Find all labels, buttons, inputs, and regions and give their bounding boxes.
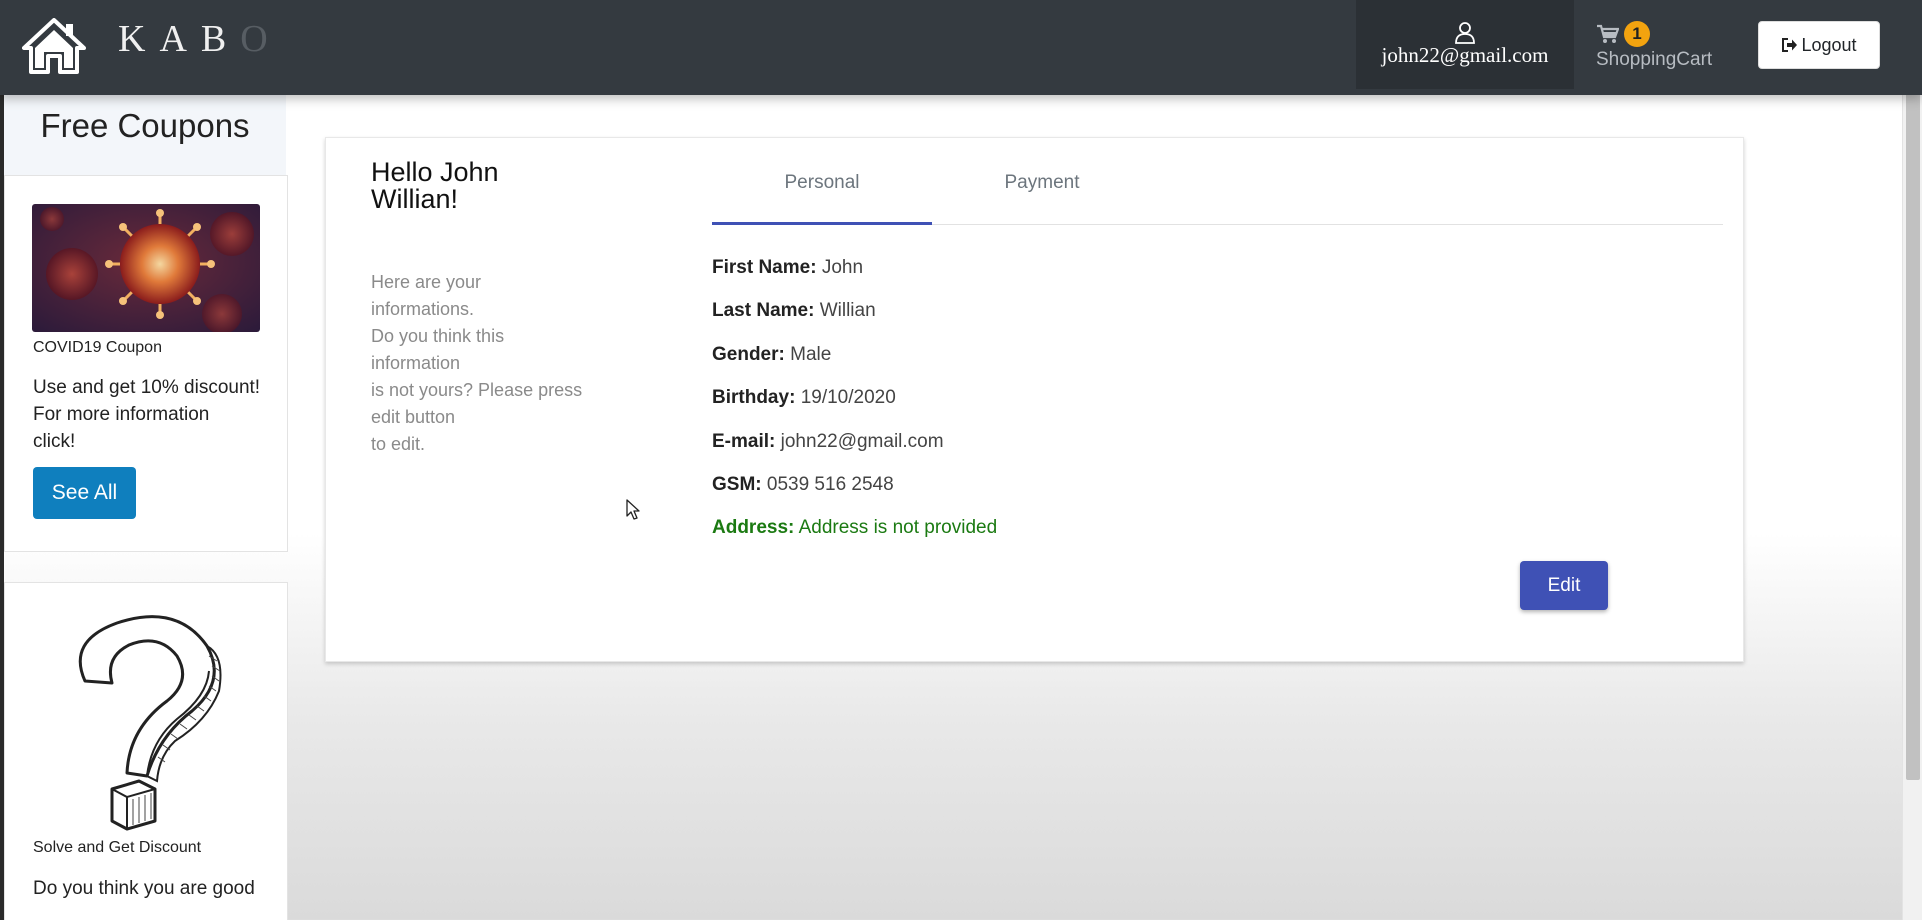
logout-label: Logout	[1801, 34, 1857, 55]
field-gender: Gender: Male	[712, 344, 831, 366]
mouse-cursor-icon	[626, 499, 640, 520]
puzzle-card: Solve and Get Discount Do you think you …	[4, 582, 288, 920]
shopping-cart-link[interactable]: 1 ShoppingCart	[1592, 18, 1732, 78]
brand-text-faded: OO	[240, 18, 278, 60]
field-label: E-mail:	[712, 431, 776, 452]
profile-card: Hello John Willian! Here are your inform…	[325, 137, 1744, 662]
coupon-text-line: For more information	[33, 404, 210, 425]
greeting-line: Hello John	[371, 157, 499, 187]
puzzle-caption: Solve and Get Discount	[33, 839, 202, 856]
puzzle-description: Do you think you are good	[33, 878, 255, 899]
field-value: Address is not provided	[798, 517, 998, 538]
user-account-button[interactable]: john22@gmail.com	[1356, 0, 1574, 89]
greeting-title: Hello John Willian!	[371, 159, 571, 213]
sign-out-icon	[1782, 38, 1798, 52]
info-description: Here are your informations. Do you think…	[371, 269, 611, 458]
tab-payment[interactable]: Payment	[932, 155, 1152, 225]
tab-personal[interactable]: Personal	[712, 155, 932, 225]
brand-logo[interactable]: KABOO	[118, 18, 278, 60]
field-label: Birthday:	[712, 387, 796, 408]
field-value: John	[821, 257, 864, 278]
coupons-title: Free Coupons	[40, 107, 250, 144]
field-label: Last Name:	[712, 300, 815, 321]
field-value: 0539 516 2548	[766, 474, 894, 495]
profile-tabs: Personal Payment	[712, 155, 1723, 225]
info-line: information	[371, 353, 461, 373]
field-label: Address:	[712, 517, 795, 538]
sidebar: Free Coupons COVID19 Coupon Use and get …	[0, 95, 290, 920]
field-gsm: GSM: 0539 516 2548	[712, 474, 894, 496]
info-line: edit button	[371, 407, 456, 427]
info-line: informations.	[371, 299, 475, 319]
info-line: Do you think this	[371, 326, 505, 346]
cart-label: ShoppingCart	[1596, 49, 1713, 70]
info-line: is not yours? Please press	[371, 380, 583, 400]
field-birthday: Birthday: 19/10/2020	[712, 387, 896, 409]
field-value: Willian	[819, 300, 876, 321]
brand-text: KAB	[118, 18, 241, 60]
user-icon	[1455, 22, 1475, 44]
coupon-text-line: click!	[33, 431, 76, 452]
page-scrollbar[interactable]	[1902, 0, 1922, 920]
info-line: Here are your	[371, 272, 482, 292]
shopping-cart-icon	[1597, 24, 1619, 43]
field-label: GSM:	[712, 474, 762, 495]
coupon-card: COVID19 Coupon Use and get 10% discount!…	[4, 175, 288, 552]
home-icon[interactable]	[22, 18, 86, 74]
coupon-text-line: Use and get 10% discount!	[33, 377, 261, 398]
field-label: Gender:	[712, 344, 785, 365]
question-mark-drawing[interactable]	[67, 611, 237, 833]
user-email: john22@gmail.com	[1381, 43, 1549, 67]
scrollbar-thumb[interactable]	[1906, 2, 1920, 780]
info-line: to edit.	[371, 434, 426, 454]
coupon-description: Use and get 10% discount! For more infor…	[33, 374, 273, 455]
coupon-caption: COVID19 Coupon	[33, 339, 162, 356]
field-value: 19/10/2020	[800, 387, 896, 408]
field-email: E-mail: john22@gmail.com	[712, 431, 944, 453]
field-value: john22@gmail.com	[780, 431, 944, 452]
logout-button[interactable]: Logout	[1758, 21, 1880, 69]
edit-button[interactable]: Edit	[1520, 561, 1608, 610]
field-first-name: First Name: John	[712, 257, 863, 279]
virus-image[interactable]	[32, 204, 260, 332]
navbar: KABOO john22@gmail.com 1 ShoppingCart Lo…	[0, 0, 1922, 95]
field-last-name: Last Name: Willian	[712, 300, 876, 322]
field-address: Address: Address is not provided	[712, 517, 997, 539]
cart-count-badge: 1	[1624, 21, 1650, 47]
field-value: Male	[790, 344, 832, 365]
field-label: First Name:	[712, 257, 817, 278]
see-all-button[interactable]: See All	[33, 467, 136, 519]
greeting-line: Willian!	[371, 184, 459, 214]
